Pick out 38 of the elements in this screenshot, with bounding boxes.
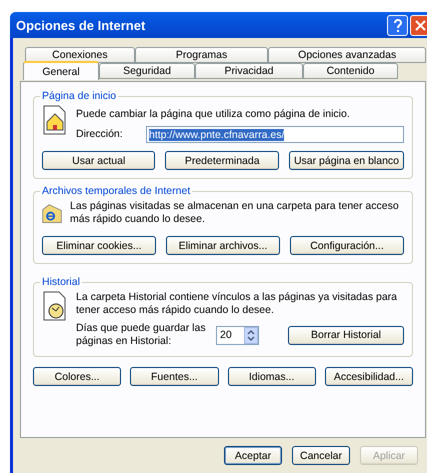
group-title: Historial [41,276,81,288]
group-title: Archivos temporales de Internet [41,185,192,197]
home-page-icon [42,105,68,135]
days-label: Días que puede guardar las páginas en Historial: [76,322,207,348]
home-page-button[interactable]: Usar página en blanco [288,151,404,170]
days-spin-field[interactable]: 20 [216,326,259,344]
description-text: Las páginas visitadas se almacenan en una carpeta para tener acceso más rápido cuando lo desee. [70,200,400,226]
group-title: Página de inicio [41,90,118,102]
window-title: Opciones de Internet [16,18,146,32]
tab[interactable]: Opciones avanzadas [268,47,426,63]
tab[interactable]: Programas [134,47,268,63]
temp-files-button[interactable]: Configuración... [290,236,404,255]
tab[interactable]: Contenido [303,63,398,79]
help-icon [392,18,402,32]
tab[interactable]: General [23,61,99,80]
temp-files-button[interactable]: Eliminar cookies... [42,236,156,255]
settings-button[interactable]: Fuentes... [130,367,218,386]
tab[interactable]: Conexiones [25,47,135,63]
spin-arrows-icon [244,326,258,344]
dialog-button[interactable]: Cancelar [292,446,350,465]
address-field[interactable]: http://www.pnte.cfnavarra.es/ [146,126,404,143]
settings-button[interactable]: Idiomas... [228,367,316,386]
help-button[interactable] [387,14,408,36]
home-page-button[interactable]: Predeterminada [165,151,279,170]
history-clock-icon [42,291,68,321]
tab[interactable]: Privacidad [195,63,303,79]
dialog-button[interactable]: Aceptar [224,446,282,465]
description-text: Puede cambiar la página que utiliza como página de inicio. [76,108,351,121]
tab[interactable]: Seguridad [99,63,195,79]
settings-button[interactable]: Accesibilidad... [324,367,413,386]
temp-files-button[interactable]: Eliminar archivos... [166,236,280,255]
settings-button[interactable]: Colores... [33,367,122,386]
home-page-button[interactable]: Usar actual [42,151,156,170]
address-label: Dirección: [76,128,124,141]
close-icon [415,20,426,30]
description-text: La carpeta Historial contiene vínculos a las páginas ya visitadas para tener acceso más rápido cuando lo desee. [76,291,398,317]
close-button[interactable] [410,14,427,36]
clear-history-button[interactable]: Borrar Historial [288,326,404,344]
